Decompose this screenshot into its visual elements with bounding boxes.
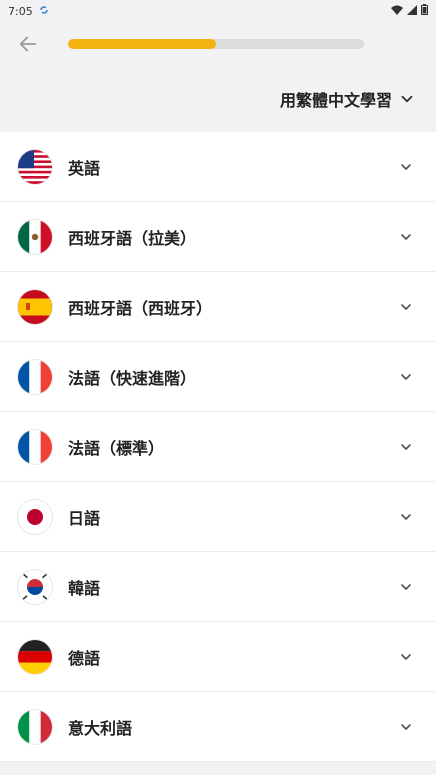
course-row-french-standard[interactable]: 法語（標準） [0,412,436,482]
course-label: 法語（標準） [68,438,165,458]
course-label: 意大利語 [68,718,133,738]
france-flag-icon [18,359,52,394]
progress-fill [68,39,216,49]
chevron-down-icon [401,95,413,103]
germany-flag-icon [18,639,52,674]
course-label: 德語 [68,648,101,668]
arrow-left-icon [19,36,37,52]
italy-flag-icon [18,709,52,744]
course-row-italian[interactable]: 意大利語 [0,692,436,762]
back-button[interactable] [14,30,42,58]
chevron-down-icon [394,645,418,669]
course-label: 西班牙語（西班牙） [68,298,213,318]
course-row-japanese[interactable]: 日語 [0,482,436,552]
sync-icon [39,5,49,18]
chevron-down-icon [394,435,418,459]
course-label: 韓語 [68,578,101,598]
korea-flag-icon [18,569,52,604]
course-row-french-fast[interactable]: 法語（快速進階） [0,342,436,412]
chevron-down-icon [394,155,418,179]
us-flag-icon [18,149,52,184]
chevron-down-icon [394,505,418,529]
signal-icon [407,4,417,18]
course-list: 英語 西班牙語（拉美） 西班牙語（西班牙） 法語（快速進階） 法語（標準） 日語… [0,132,436,762]
spain-flag-icon [18,289,52,324]
course-label: 英語 [68,158,101,178]
course-label: 日語 [68,508,101,528]
wifi-icon [391,5,403,18]
course-row-english[interactable]: 英語 [0,132,436,202]
chevron-down-icon [394,575,418,599]
course-row-korean[interactable]: 韓語 [0,552,436,622]
battery-icon [421,4,428,18]
language-selector-label: 用繁體中文學習 [279,91,392,110]
mexico-flag-icon [18,219,52,254]
course-label: 西班牙語（拉美） [68,228,197,248]
language-selector[interactable]: 用繁體中文學習 [0,66,436,132]
status-time: 7:05 [8,4,33,18]
course-row-german[interactable]: 德語 [0,622,436,692]
chevron-down-icon [394,365,418,389]
chevron-down-icon [394,225,418,249]
course-label: 法語（快速進階） [68,368,197,388]
course-row-spanish-spain[interactable]: 西班牙語（西班牙） [0,272,436,342]
france-flag-icon [18,429,52,464]
course-row-spanish-latam[interactable]: 西班牙語（拉美） [0,202,436,272]
status-bar: 7:05 [0,0,436,22]
chevron-down-icon [394,295,418,319]
chevron-down-icon [394,715,418,739]
top-bar [0,22,436,66]
japan-flag-icon [18,499,52,534]
progress-bar [68,39,364,49]
